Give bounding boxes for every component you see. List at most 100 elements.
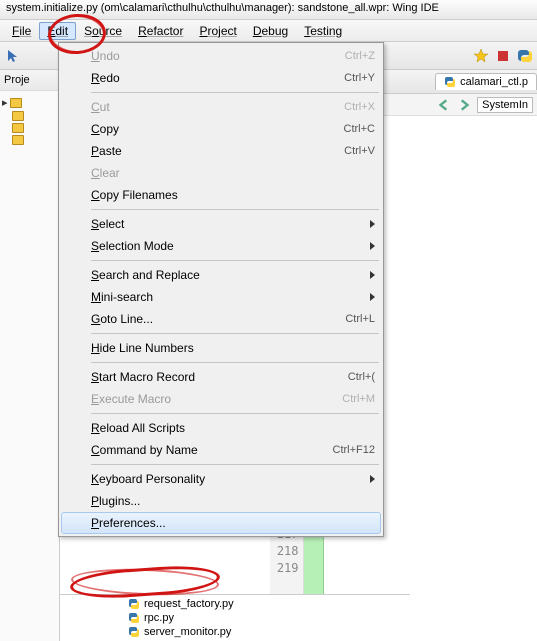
menu-item-label: Select <box>91 217 370 231</box>
menu-separator <box>91 362 379 363</box>
window-title: system.initialize.py (om\calamari\cthulh… <box>6 2 439 14</box>
menu-debug[interactable]: Debug <box>245 22 296 40</box>
tab-label: calamari_ctl.p <box>460 76 528 88</box>
menu-item-copy[interactable]: CopyCtrl+C <box>61 118 381 140</box>
menu-source[interactable]: Source <box>76 22 130 40</box>
editor-tab[interactable]: calamari_ctl.p <box>435 73 537 90</box>
line-number: 218 <box>270 543 299 560</box>
menu-separator <box>91 413 379 414</box>
python-icon <box>444 76 456 88</box>
menu-separator <box>91 333 379 334</box>
menu-item-keyboard-personality[interactable]: Keyboard Personality <box>61 468 381 490</box>
menu-item-label: Undo <box>91 49 345 63</box>
menu-separator <box>91 92 379 93</box>
menu-item-command-by-name[interactable]: Command by NameCtrl+F12 <box>61 439 381 461</box>
menu-item-execute-macro: Execute MacroCtrl+M <box>61 388 381 410</box>
menu-item-shortcut: Ctrl+M <box>342 393 375 405</box>
stop-icon[interactable] <box>495 48 511 64</box>
menu-item-label: Command by Name <box>91 443 333 457</box>
menu-item-search-and-replace[interactable]: Search and Replace <box>61 264 381 286</box>
star-icon[interactable] <box>473 48 489 64</box>
file-list-item[interactable]: server_monitor.py <box>60 625 410 639</box>
menu-item-goto-line[interactable]: Goto Line...Ctrl+L <box>61 308 381 330</box>
menu-item-label: Hide Line Numbers <box>91 341 375 355</box>
menu-item-hide-line-numbers[interactable]: Hide Line Numbers <box>61 337 381 359</box>
python-icon <box>128 612 140 624</box>
menu-separator <box>91 260 379 261</box>
submenu-arrow-icon <box>370 220 375 228</box>
menu-item-label: Execute Macro <box>91 392 342 406</box>
file-list: request_factory.py rpc.py server_monitor.p… <box>60 594 410 641</box>
folder-icon <box>12 111 24 121</box>
menu-item-cut: CutCtrl+X <box>61 96 381 118</box>
file-list-item[interactable]: rpc.py <box>60 611 410 625</box>
menu-item-shortcut: Ctrl+F12 <box>333 444 376 456</box>
menu-item-clear: Clear <box>61 162 381 184</box>
menu-item-preferences[interactable]: Preferences... <box>61 512 381 534</box>
menu-item-label: Start Macro Record <box>91 370 348 384</box>
menu-item-label: Redo <box>91 71 344 85</box>
menubar: FileEditSourceRefactorProjectDebugTestin… <box>0 20 537 42</box>
menu-file[interactable]: File <box>4 22 39 40</box>
menu-item-select[interactable]: Select <box>61 213 381 235</box>
menu-item-label: Copy <box>91 122 344 136</box>
menu-item-reload-all-scripts[interactable]: Reload All Scripts <box>61 417 381 439</box>
menu-item-label: Preferences... <box>91 516 375 530</box>
nav-fwd-icon[interactable] <box>457 98 471 112</box>
pointer-icon[interactable] <box>6 48 22 64</box>
menu-item-label: Mini-search <box>91 290 370 304</box>
menu-item-paste[interactable]: PasteCtrl+V <box>61 140 381 162</box>
menu-item-shortcut: Ctrl+Y <box>344 72 375 84</box>
menu-item-plugins[interactable]: Plugins... <box>61 490 381 512</box>
file-name: request_factory.py <box>144 598 234 610</box>
edit-menu-dropdown: UndoCtrl+ZRedoCtrl+YCutCtrl+XCopyCtrl+CP… <box>58 42 384 537</box>
submenu-arrow-icon <box>370 242 375 250</box>
menu-item-label: Selection Mode <box>91 239 370 253</box>
menu-item-label: Search and Replace <box>91 268 370 282</box>
file-name: rpc.py <box>144 612 174 624</box>
menu-item-selection-mode[interactable]: Selection Mode <box>61 235 381 257</box>
menu-edit[interactable]: Edit <box>39 22 76 40</box>
line-number: 219 <box>270 560 299 577</box>
python-icon <box>128 598 140 610</box>
nav-back-icon[interactable] <box>437 98 451 112</box>
window-titlebar: system.initialize.py (om\calamari\cthulh… <box>0 0 537 20</box>
python-icon <box>128 626 140 638</box>
project-panel: Proje ▸ <box>0 70 60 641</box>
folder-icon <box>12 123 24 133</box>
menu-item-shortcut: Ctrl+Z <box>345 50 375 62</box>
menu-item-shortcut: Ctrl+( <box>348 371 375 383</box>
menu-testing[interactable]: Testing <box>296 22 350 40</box>
menu-item-label: Goto Line... <box>91 312 345 326</box>
menu-item-undo: UndoCtrl+Z <box>61 45 381 67</box>
project-panel-title: Proje <box>0 70 59 91</box>
menu-item-label: Reload All Scripts <box>91 421 375 435</box>
menu-separator <box>91 209 379 210</box>
symbol-selector[interactable]: SystemIn <box>477 97 533 113</box>
menu-item-shortcut: Ctrl+X <box>344 101 375 113</box>
menu-item-label: Copy Filenames <box>91 188 375 202</box>
menu-item-label: Cut <box>91 100 344 114</box>
menu-separator <box>91 464 379 465</box>
menu-project[interactable]: Project <box>191 22 244 40</box>
menu-item-mini-search[interactable]: Mini-search <box>61 286 381 308</box>
menu-item-label: Paste <box>91 144 344 158</box>
menu-item-copy-filenames[interactable]: Copy Filenames <box>61 184 381 206</box>
folder-icon <box>10 98 22 108</box>
menu-item-label: Clear <box>91 166 375 180</box>
submenu-arrow-icon <box>370 475 375 483</box>
submenu-arrow-icon <box>370 271 375 279</box>
python-icon[interactable] <box>517 48 533 64</box>
project-tree[interactable]: ▸ <box>0 91 59 150</box>
submenu-arrow-icon <box>370 293 375 301</box>
menu-item-shortcut: Ctrl+V <box>344 145 375 157</box>
folder-icon <box>12 135 24 145</box>
menu-item-redo[interactable]: RedoCtrl+Y <box>61 67 381 89</box>
menu-item-start-macro-record[interactable]: Start Macro RecordCtrl+( <box>61 366 381 388</box>
file-list-item[interactable]: request_factory.py <box>60 597 410 611</box>
menu-refactor[interactable]: Refactor <box>130 22 191 40</box>
menu-item-shortcut: Ctrl+C <box>344 123 375 135</box>
file-name: server_monitor.py <box>144 626 231 638</box>
menu-item-label: Plugins... <box>91 494 375 508</box>
menu-item-shortcut: Ctrl+L <box>345 313 375 325</box>
